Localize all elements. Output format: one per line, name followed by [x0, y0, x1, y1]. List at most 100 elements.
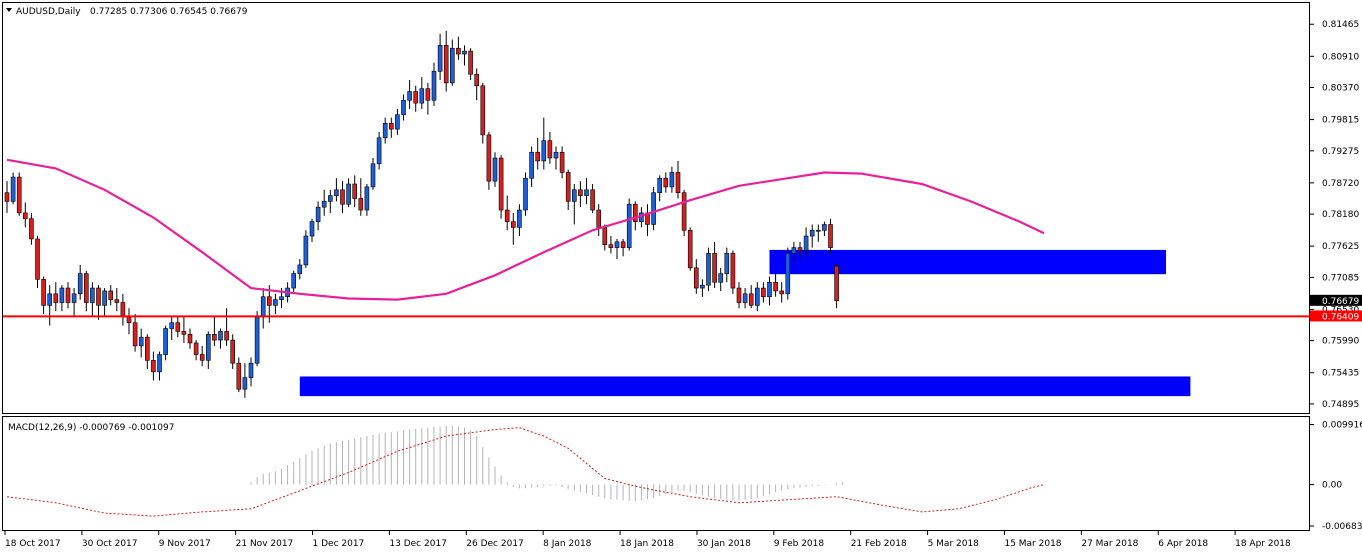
macd-tick-label: 0.009916: [1322, 421, 1362, 431]
candle-body: [748, 293, 754, 306]
candle-body: [346, 183, 351, 205]
candle-body: [309, 221, 315, 237]
candle-body: [16, 176, 22, 214]
candle-body: [212, 333, 217, 341]
candle-body: [663, 177, 669, 188]
time-axis: 18 Oct 2017 30 Oct 2017 9 Nov 2017 21 Nov 2…: [4, 531, 1291, 549]
candle-body: [236, 362, 242, 390]
candle-body: [224, 331, 229, 341]
candle-body: [47, 293, 53, 306]
candle-body: [145, 336, 150, 361]
candle-body: [456, 47, 461, 55]
candle-body: [90, 287, 95, 303]
candle-body: [571, 189, 577, 202]
price-tick-label: 0.81465: [1322, 20, 1359, 30]
time-tick-label: 18 Oct 2017: [5, 539, 61, 549]
candle-body: [687, 229, 693, 269]
candle: [651, 186, 656, 231]
candle-body: [498, 157, 504, 211]
candle-body: [736, 287, 742, 303]
candle-body: [602, 227, 608, 246]
candle-body: [315, 206, 321, 222]
candle-body: [71, 293, 77, 303]
candle-body: [266, 296, 272, 306]
candle-body: [419, 88, 425, 104]
candle-body: [206, 333, 211, 361]
candle-body: [138, 336, 144, 347]
candle-body: [108, 290, 113, 300]
candle: [16, 172, 22, 216]
candle-body: [785, 253, 791, 295]
candle: [376, 132, 382, 170]
time-tick-label: 18 Apr 2018: [1235, 539, 1291, 549]
candle-body: [541, 140, 547, 162]
time-tick-label: 26 Dec 2017: [466, 539, 524, 549]
candle-body: [761, 287, 766, 298]
candle-body: [279, 296, 284, 300]
candle-body: [681, 192, 687, 231]
zone-rect-1[interactable]: [299, 376, 1191, 397]
candle-body: [169, 322, 174, 329]
time-tick-label: 21 Feb 2018: [851, 539, 907, 549]
candle-body: [102, 290, 107, 306]
candle-body: [254, 316, 260, 364]
candle-body: [608, 244, 614, 248]
time-tick-label: 30 Jan 2018: [697, 539, 751, 549]
candle-body: [22, 212, 28, 220]
candle-body: [803, 235, 809, 251]
candle: [681, 189, 687, 237]
candle-body: [218, 331, 223, 341]
candle-body: [114, 299, 120, 303]
candle-body: [41, 279, 46, 306]
main-pane-frame: [2, 2, 1310, 414]
candle-body: [486, 134, 492, 182]
candle-body: [700, 284, 705, 289]
candle-body: [382, 123, 388, 139]
candle-body: [730, 253, 736, 289]
candle-body: [742, 293, 748, 303]
candle-body: [96, 287, 101, 306]
candle-body: [529, 151, 534, 179]
candle-body: [65, 287, 71, 303]
price-tick-label: 0.78720: [1322, 179, 1359, 189]
candle: [626, 198, 632, 251]
candle-body: [510, 221, 516, 228]
price-tick-label: 0.77085: [1322, 273, 1359, 283]
candle: [523, 172, 528, 216]
candle-body: [340, 189, 345, 205]
candle-body: [834, 265, 839, 302]
candle-body: [828, 224, 833, 248]
candle: [706, 247, 711, 291]
price-chart[interactable]: 0.81465 0.80910 0.80370 0.79815 0.79275 0.787…: [0, 0, 1362, 554]
candle-body: [822, 224, 827, 231]
candle-body: [401, 99, 406, 115]
candle-body: [669, 172, 675, 188]
candle-body: [651, 192, 656, 225]
price-marker-0: 0.76679: [1310, 294, 1362, 307]
candle-body: [553, 151, 559, 159]
price-tick-label: 0.75435: [1322, 369, 1359, 379]
candle-body: [492, 157, 498, 182]
candle-body: [132, 322, 138, 347]
candle-body: [273, 299, 278, 306]
candle: [730, 250, 736, 294]
candle-body: [4, 192, 10, 202]
candle-body: [517, 209, 522, 228]
candle-body: [767, 281, 772, 298]
candle-body: [437, 45, 443, 72]
zone-rect-0[interactable]: [769, 249, 1167, 275]
time-tick-label: 30 Oct 2017: [82, 539, 138, 549]
candle-body: [565, 172, 571, 202]
price-tick-label: 0.80910: [1322, 52, 1359, 62]
candle-body: [779, 290, 785, 295]
candle-body: [547, 140, 553, 159]
candle-body: [815, 229, 821, 232]
candle-body: [797, 247, 803, 251]
candle-body: [590, 189, 595, 211]
candle-body: [693, 267, 699, 289]
price-tick-label: 0.80370: [1322, 84, 1359, 94]
candle-body: [773, 281, 778, 292]
candle-body: [578, 189, 583, 196]
candle-body: [712, 253, 717, 283]
candle-body: [462, 50, 467, 55]
